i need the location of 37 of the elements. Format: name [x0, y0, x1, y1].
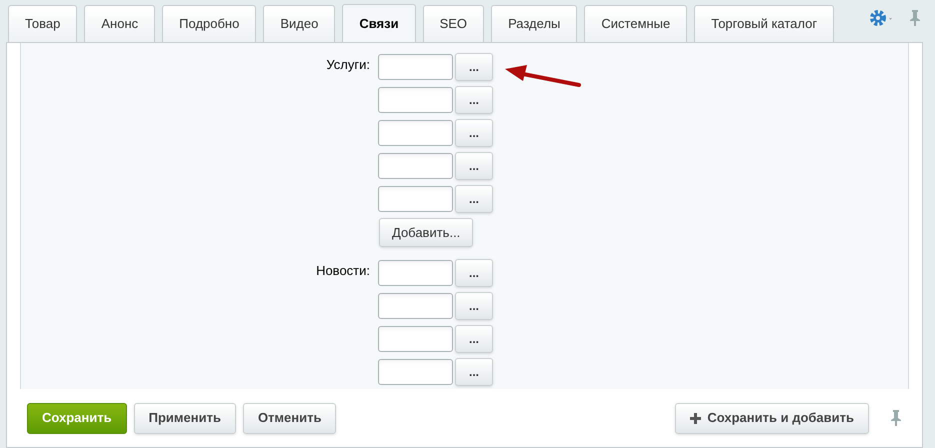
browse-button[interactable]: ...: [455, 358, 493, 386]
tab[interactable]: Разделы: [491, 5, 578, 42]
tab[interactable]: Связи: [342, 4, 416, 42]
tab[interactable]: Подробно: [162, 5, 256, 42]
browse-button[interactable]: ...: [455, 259, 493, 287]
field-label: Новости:: [315, 262, 371, 280]
browse-button[interactable]: ...: [455, 152, 493, 180]
footer-button[interactable]: Применить: [134, 402, 236, 434]
browse-button[interactable]: ...: [455, 119, 493, 147]
browse-button[interactable]: ...: [455, 86, 493, 114]
tab[interactable]: Товар: [8, 5, 78, 42]
tab[interactable]: Системные: [584, 5, 688, 42]
browse-button[interactable]: ...: [455, 325, 493, 353]
save-and-add-button[interactable]: Сохранить и добавить: [675, 402, 869, 434]
browse-button[interactable]: ...: [455, 185, 493, 213]
input-field[interactable]: [378, 186, 453, 212]
input-field[interactable]: [378, 293, 453, 319]
tab[interactable]: Торговый каталог: [694, 5, 834, 42]
input-field[interactable]: [378, 359, 453, 385]
input-field[interactable]: [378, 87, 453, 113]
input-field[interactable]: [378, 120, 453, 146]
plus-icon: [690, 412, 702, 424]
pin-icon[interactable]: [890, 409, 902, 427]
browse-button[interactable]: ...: [455, 292, 493, 320]
input-field[interactable]: [378, 153, 453, 179]
tab[interactable]: SEO: [422, 5, 484, 42]
browse-button[interactable]: ...: [455, 53, 493, 81]
field-label: Услуги:: [325, 56, 371, 74]
add-button[interactable]: Добавить...: [379, 218, 474, 247]
tab[interactable]: Анонс: [84, 5, 156, 42]
tab[interactable]: Видео: [263, 5, 336, 42]
pin-icon[interactable]: [909, 9, 921, 27]
input-field[interactable]: [378, 326, 453, 352]
input-field[interactable]: [378, 260, 453, 286]
settings-icon[interactable]: [869, 8, 895, 28]
footer-button[interactable]: Отменить: [242, 402, 336, 434]
input-field[interactable]: [378, 54, 453, 80]
